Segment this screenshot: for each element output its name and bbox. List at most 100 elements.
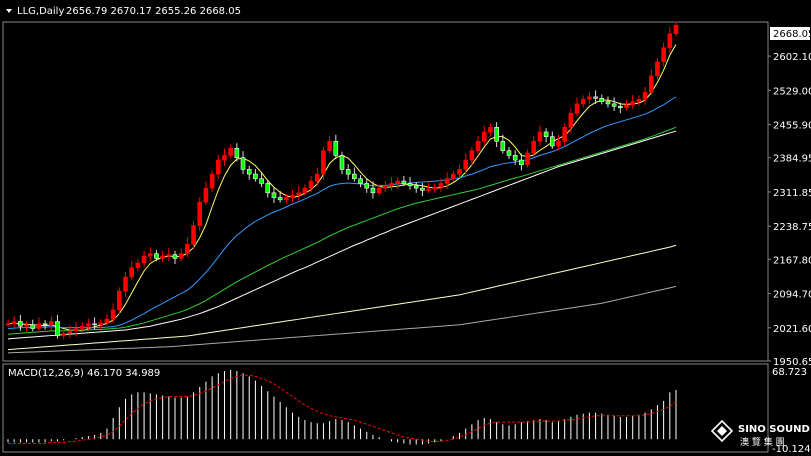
candle-body [568,112,574,128]
candle-body [376,187,382,194]
candle-body [185,244,190,254]
candle-body [549,136,555,147]
candle-body [314,173,320,182]
candle-body [135,262,141,269]
candle-body [618,105,623,108]
candle-body [636,98,642,102]
price-tick-label: 2167.80 [773,255,811,266]
candle-body [259,178,264,184]
candle-body [30,324,36,329]
price-tick-label: 2455.90 [773,121,811,132]
macd-label: MACD(12,26,9) 46.170 34.989 [8,368,160,379]
candle-body [92,323,97,326]
candle-body [154,253,159,259]
candle-body [605,101,611,105]
candle-body [197,201,203,226]
candle-body [141,255,147,264]
candle-body [562,127,567,142]
price-tick-label: 2238.75 [773,222,811,233]
candle-body [5,323,11,326]
candle-body [73,328,79,332]
candle-body [228,148,233,156]
candle-body [488,127,493,133]
candle-body [587,96,592,100]
price-tick-label: 2602.10 [773,52,811,63]
candle-body [333,141,339,156]
candle-body [36,323,42,329]
watermark-brand: SINO SOUND [738,424,810,435]
ohlc-values: 2656.79 2670.17 2655.26 2668.05 [66,6,241,17]
watermark-cjk: 澳 覽 集 團 [740,436,785,448]
candle-body [172,254,178,259]
candle-body [630,101,636,106]
candle-body [67,330,73,334]
candle-body [265,183,271,194]
candle-body [42,323,48,326]
candle-body [593,96,598,99]
price-tick-label: 2384.95 [773,154,811,165]
candle-body [117,290,122,311]
candle-body [215,159,221,175]
candle-body [321,150,326,175]
price-tick-label: 2021.60 [773,324,811,335]
candle-body [160,255,165,259]
candle-body [308,180,314,189]
macd-axis-top-label: 68.723 [772,367,807,378]
candle-body [240,157,246,170]
candle-body [11,321,17,325]
candle-body [203,187,209,203]
candle-body [234,148,240,159]
candle-body [420,187,425,191]
candle-body [296,192,302,196]
candle-body [624,104,629,108]
candle-body [642,91,648,100]
price-tick-label: 2529.00 [773,86,811,97]
price-tick-label: 2094.70 [773,290,811,301]
candle-body [401,180,407,184]
symbol-label: LLG,Daily [17,6,64,17]
candle-body [302,187,308,194]
candle-body [327,141,332,152]
candle-body [537,131,543,142]
candle-body [655,61,660,77]
candle-body [24,324,29,327]
candle-body [271,192,277,198]
candle-body [525,152,530,166]
candle-body [451,173,456,180]
candle-body [673,24,679,35]
candle-body [345,169,351,175]
candle-body [253,173,258,180]
candle-body [370,187,376,194]
candle-body [556,141,561,147]
candle-body [580,98,586,105]
candle-body [79,325,85,329]
current-price-label: 2668.05 [773,29,811,40]
candle-body [506,150,512,156]
candle-body [290,194,295,198]
candle-body [543,131,549,137]
candle-body [438,183,444,188]
candle-body [648,75,654,93]
candle-body [123,276,128,292]
candle-body [512,155,518,161]
candle-body [389,183,394,187]
candle-body [531,141,537,154]
candle-body [191,225,196,245]
candle-body [574,103,580,114]
candle-body [61,332,66,336]
candle-body [86,323,91,327]
candle-body [432,186,438,190]
price-tick-label: 2311.85 [773,188,811,199]
candle-body [481,131,487,142]
candle-body [667,33,673,49]
candle-body [407,183,413,187]
candle-body [352,173,357,180]
candle-body [98,322,104,326]
candle-body [166,254,172,257]
candle-body [277,197,283,201]
candle-body [104,318,110,324]
candle-body [661,47,666,63]
candle-body [284,197,289,201]
price-chart[interactable]: LLG,Daily 2656.79 2670.17 2655.26 2668.0… [0,0,811,456]
candle-body [110,309,116,320]
